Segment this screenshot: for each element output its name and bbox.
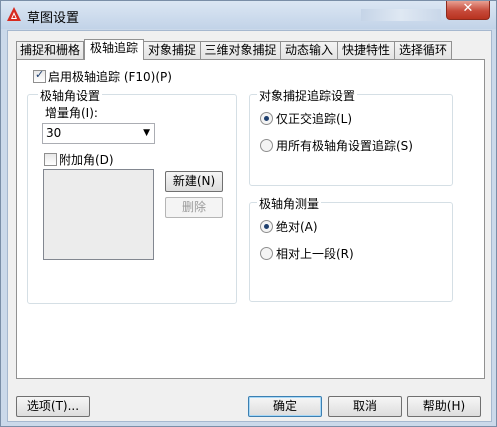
title-bar[interactable]: 草图设置 ✕ [1, 1, 496, 29]
orthogonal-tracking-label[interactable]: 仅正交追踪(L) [276, 110, 352, 127]
close-button[interactable]: ✕ [446, 1, 490, 20]
tab-3d-object-snap[interactable]: 三维对象捕捉 [200, 41, 281, 59]
blurred-region [361, 9, 441, 21]
enable-polar-label[interactable]: 启用极轴追踪 (F10)(P) [48, 68, 172, 85]
new-angle-button[interactable]: 新建(N) [165, 171, 223, 192]
polar-tracking-panel: 启用极轴追踪 (F10)(P) 极轴角设置 增量角(I): 30 ▼ 附加角(D… [16, 59, 485, 379]
absolute-label[interactable]: 绝对(A) [276, 218, 318, 235]
dialog-window: 草图设置 ✕ 捕捉和栅格 极轴追踪 对象捕捉 三维对象捕捉 动态输入 快捷特性 … [0, 0, 497, 427]
help-button[interactable]: 帮助(H) [407, 396, 481, 417]
additional-angles-checkbox[interactable] [44, 153, 57, 166]
angle-measurement-group-title: 极轴角测量 [257, 195, 322, 212]
tab-object-snap[interactable]: 对象捕捉 [143, 41, 201, 59]
absolute-radio[interactable] [260, 220, 273, 233]
tab-selection-cycling[interactable]: 选择循环 [394, 41, 452, 59]
additional-angles-list[interactable] [43, 169, 154, 260]
tab-quick-properties[interactable]: 快捷特性 [337, 41, 395, 59]
dialog-body: 捕捉和栅格 极轴追踪 对象捕捉 三维对象捕捉 动态输入 快捷特性 选择循环 启用… [7, 30, 492, 422]
increment-angle-value: 30 [46, 126, 62, 140]
cancel-button[interactable]: 取消 [328, 396, 402, 417]
tab-polar-tracking[interactable]: 极轴追踪 [84, 39, 144, 60]
options-button[interactable]: 选项(T)... [16, 396, 90, 417]
tab-dynamic-input[interactable]: 动态输入 [280, 41, 338, 59]
all-polar-tracking-label[interactable]: 用所有极轴角设置追踪(S) [276, 137, 413, 154]
delete-angle-button[interactable]: 删除 [165, 197, 223, 218]
osnap-tracking-group-title: 对象捕捉追踪设置 [257, 87, 358, 104]
all-polar-tracking-radio[interactable] [260, 139, 273, 152]
relative-last-segment-radio[interactable] [260, 247, 273, 260]
window-title: 草图设置 [27, 11, 80, 26]
chevron-down-icon[interactable]: ▼ [143, 128, 150, 138]
polar-angle-group-title: 极轴角设置 [38, 87, 103, 104]
enable-polar-checkbox[interactable] [33, 68, 46, 83]
ok-button[interactable]: 确定 [248, 396, 322, 417]
orthogonal-tracking-radio[interactable] [260, 112, 273, 125]
increment-angle-label: 增量角(I): [45, 106, 98, 120]
autocad-logo-icon [7, 7, 21, 21]
additional-angles-label[interactable]: 附加角(D) [59, 151, 114, 168]
increment-angle-select[interactable]: 30 ▼ [42, 123, 155, 144]
relative-last-segment-label[interactable]: 相对上一段(R) [276, 245, 354, 262]
tab-snap-grid[interactable]: 捕捉和栅格 [16, 41, 84, 59]
